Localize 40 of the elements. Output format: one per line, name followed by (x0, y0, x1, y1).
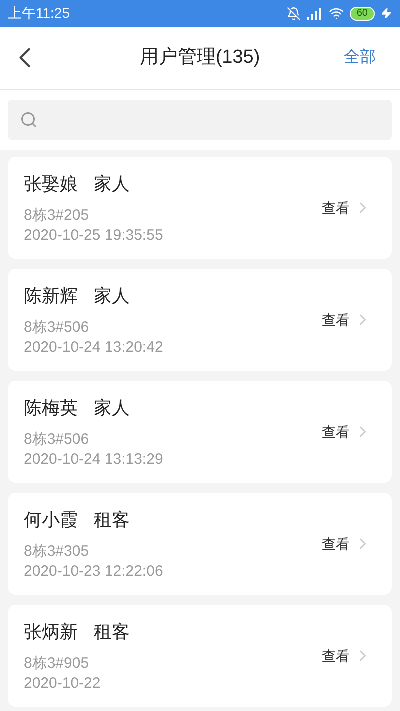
unit-number: 8栋3#305 (24, 542, 90, 562)
view-link[interactable]: 查看 (322, 422, 350, 442)
view-link[interactable]: 查看 (322, 310, 350, 330)
status-time: 上午11:25 (8, 4, 70, 23)
unit-number: 8栋3#205 (24, 206, 90, 226)
user-name: 陈新辉 (24, 284, 78, 308)
search-field[interactable] (8, 100, 392, 140)
user-role: 家人 (94, 396, 130, 420)
battery-icon: 60 (350, 6, 375, 20)
user-card[interactable]: 陈新辉 家人 8栋3#506 2020-10-24 13:20:42 查看 (8, 269, 392, 371)
register-time: 2020-10-22 (24, 674, 102, 694)
view-link[interactable]: 查看 (322, 646, 350, 666)
unit-number: 8栋3#506 (24, 430, 90, 450)
register-time: 2020-10-25 19:35:55 (24, 226, 164, 246)
register-time: 2020-10-24 13:20:42 (24, 338, 164, 358)
register-time: 2020-10-23 12:22:06 (24, 562, 164, 582)
user-card[interactable]: 张炳新 租客 8栋3#905 2020-10-22 查看 (8, 605, 392, 707)
charging-icon (381, 8, 392, 19)
user-role: 租客 (94, 508, 130, 532)
user-name: 张娶娘 (24, 172, 78, 196)
user-name: 何小霞 (24, 508, 78, 532)
user-role: 家人 (94, 284, 130, 308)
user-name: 张炳新 (24, 620, 78, 644)
view-link[interactable]: 查看 (322, 534, 350, 554)
user-card[interactable]: 张娶娘 家人 8栋3#205 2020-10-25 19:35:55 查看 (8, 157, 392, 259)
user-card[interactable]: 陈梅英 家人 8栋3#506 2020-10-24 13:13:29 查看 (8, 381, 392, 483)
search-icon (20, 111, 38, 129)
user-role: 租客 (94, 620, 130, 644)
user-role: 家人 (94, 172, 130, 196)
signal-icon (306, 8, 323, 20)
page-title: 用户管理(135) (140, 46, 260, 70)
register-time: 2020-10-24 13:13:29 (24, 450, 164, 470)
all-filter-button[interactable]: 全部 (344, 46, 376, 70)
unit-number: 8栋3#905 (24, 654, 90, 674)
view-link[interactable]: 查看 (322, 198, 350, 218)
user-card[interactable]: 何小霞 租客 8栋3#305 2020-10-23 12:22:06 查看 (8, 493, 392, 595)
unit-number: 8栋3#506 (24, 318, 90, 338)
wifi-icon (328, 6, 344, 21)
user-name: 陈梅英 (24, 396, 78, 420)
mute-icon (286, 6, 301, 20)
